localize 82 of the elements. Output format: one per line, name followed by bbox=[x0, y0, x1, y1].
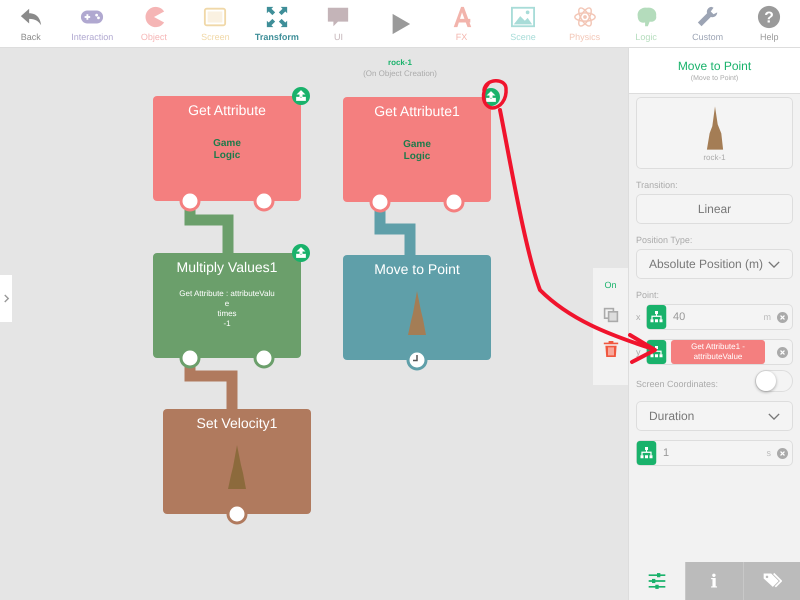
toolbar-button[interactable]: Custom bbox=[676, 0, 738, 47]
hierarchy-icon[interactable] bbox=[636, 441, 657, 465]
value-field[interactable]: 1 s bbox=[636, 440, 793, 466]
logic-block[interactable]: Move to Point bbox=[343, 255, 491, 360]
enabled-toggle[interactable]: On bbox=[604, 280, 616, 290]
field-value: 1 bbox=[663, 447, 670, 459]
logic-block[interactable]: Multiply Values1 Get Attribute : attributeValu e times -1 bbox=[153, 253, 301, 358]
dropdown-value: Duration bbox=[649, 409, 694, 423]
field-label: Screen Coordinates: bbox=[636, 379, 718, 389]
chevron-icon bbox=[2, 294, 10, 303]
caret-icon bbox=[768, 260, 780, 268]
block-text: e bbox=[224, 299, 230, 309]
toolbar-button[interactable]: UI bbox=[308, 0, 370, 47]
axis-label: x bbox=[636, 312, 642, 322]
panel-tab[interactable] bbox=[742, 562, 800, 600]
block-text: Game bbox=[403, 139, 431, 151]
transform-icon bbox=[264, 5, 289, 29]
toolbar-button[interactable]: Transform bbox=[246, 0, 308, 47]
block-title: Get Attribute1 bbox=[374, 103, 460, 119]
sprite-preview[interactable]: rock-1 bbox=[636, 97, 793, 169]
value-field[interactable]: 40 m bbox=[646, 304, 793, 330]
info-icon: i bbox=[704, 571, 724, 591]
hierarchy-icon[interactable] bbox=[646, 305, 667, 329]
duration-dropdown[interactable]: Duration bbox=[636, 401, 793, 431]
block-title: Multiply Values1 bbox=[176, 259, 278, 275]
block-title: Get Attribute bbox=[188, 102, 266, 118]
toolbar-button[interactable]: Screen bbox=[184, 0, 246, 47]
toolbar-button[interactable]: Back bbox=[0, 0, 62, 47]
rock-sprite bbox=[407, 291, 427, 335]
attribute-tag[interactable]: Get Attribute1 - attributeValue bbox=[671, 340, 765, 364]
block-text: Game bbox=[213, 138, 241, 150]
block-text: Get Attribute : attributeValu bbox=[179, 289, 275, 299]
unit-label: s bbox=[766, 448, 771, 458]
logic-block[interactable]: Get Attribute Game Logic bbox=[153, 96, 301, 201]
toolbar-button[interactable]: FX bbox=[430, 0, 492, 47]
clear-icon[interactable] bbox=[777, 448, 788, 458]
export-icon[interactable] bbox=[292, 87, 310, 105]
sprite-name: rock-1 bbox=[703, 152, 726, 162]
export-icon[interactable] bbox=[292, 244, 310, 262]
logic-block[interactable]: Set Velocity1 bbox=[163, 409, 311, 514]
inspector-title: Move to Point bbox=[678, 59, 752, 73]
dropdown-value: Absolute Position (m) bbox=[649, 257, 764, 271]
toolbar-button[interactable]: ? Help bbox=[738, 0, 800, 47]
panel-tab[interactable]: i bbox=[685, 562, 743, 600]
tablet-icon bbox=[203, 5, 228, 29]
toolbar-button[interactable]: Scene bbox=[492, 0, 554, 47]
unit-label: m bbox=[764, 312, 771, 322]
axis-label: y bbox=[636, 347, 642, 357]
rock-sprite bbox=[227, 445, 247, 489]
toolbar-button[interactable]: Object bbox=[123, 0, 185, 47]
caret-icon bbox=[768, 412, 780, 420]
toolbar-button[interactable]: Physics bbox=[554, 0, 616, 47]
field-label: Position Type: bbox=[636, 235, 694, 245]
toolbar-button[interactable]: Interaction bbox=[62, 0, 124, 47]
block-title: Move to Point bbox=[374, 261, 460, 277]
position-type-dropdown[interactable]: Absolute Position (m) bbox=[636, 249, 793, 279]
value-field[interactable]: Get Attribute1 - attributeValue bbox=[646, 339, 793, 365]
atom-icon bbox=[572, 5, 597, 29]
help-icon: ? bbox=[757, 5, 782, 29]
side-panel-handle[interactable] bbox=[0, 275, 12, 322]
logic-block[interactable]: Get Attribute1 Game Logic bbox=[343, 97, 491, 202]
toolbar-button[interactable]: Logic bbox=[615, 0, 677, 47]
field-label: Transition: bbox=[636, 180, 679, 190]
bubble-icon bbox=[326, 5, 350, 29]
block-text: times bbox=[217, 309, 237, 319]
scene-icon bbox=[511, 5, 536, 29]
block-text: Logic bbox=[404, 151, 430, 163]
wrench-icon bbox=[696, 5, 720, 29]
clear-icon[interactable] bbox=[777, 312, 788, 322]
trash-icon[interactable] bbox=[602, 340, 618, 358]
object-name: rock-1 bbox=[388, 58, 412, 67]
copy-icon[interactable] bbox=[602, 306, 618, 324]
block-title: Set Velocity1 bbox=[196, 415, 278, 431]
event-name: (On Object Creation) bbox=[363, 69, 437, 78]
block-text: -1 bbox=[223, 319, 231, 329]
field-value: 40 bbox=[673, 311, 686, 323]
clear-icon[interactable] bbox=[777, 346, 788, 358]
block-text: Logic bbox=[214, 150, 240, 162]
toggle-switch[interactable] bbox=[755, 370, 793, 392]
sliders-icon bbox=[647, 571, 668, 591]
field-label: Point: bbox=[636, 290, 660, 300]
transition-button[interactable]: Linear bbox=[636, 194, 793, 224]
